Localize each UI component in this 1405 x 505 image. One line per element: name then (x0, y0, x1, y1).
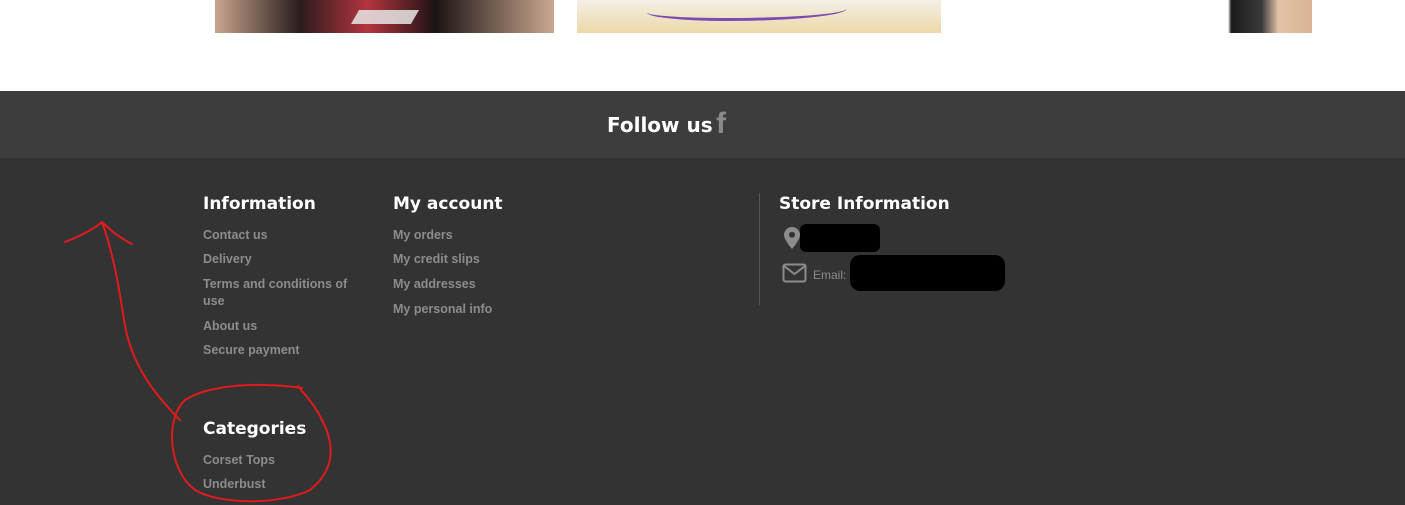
red-annotation-overlay (64, 221, 332, 503)
